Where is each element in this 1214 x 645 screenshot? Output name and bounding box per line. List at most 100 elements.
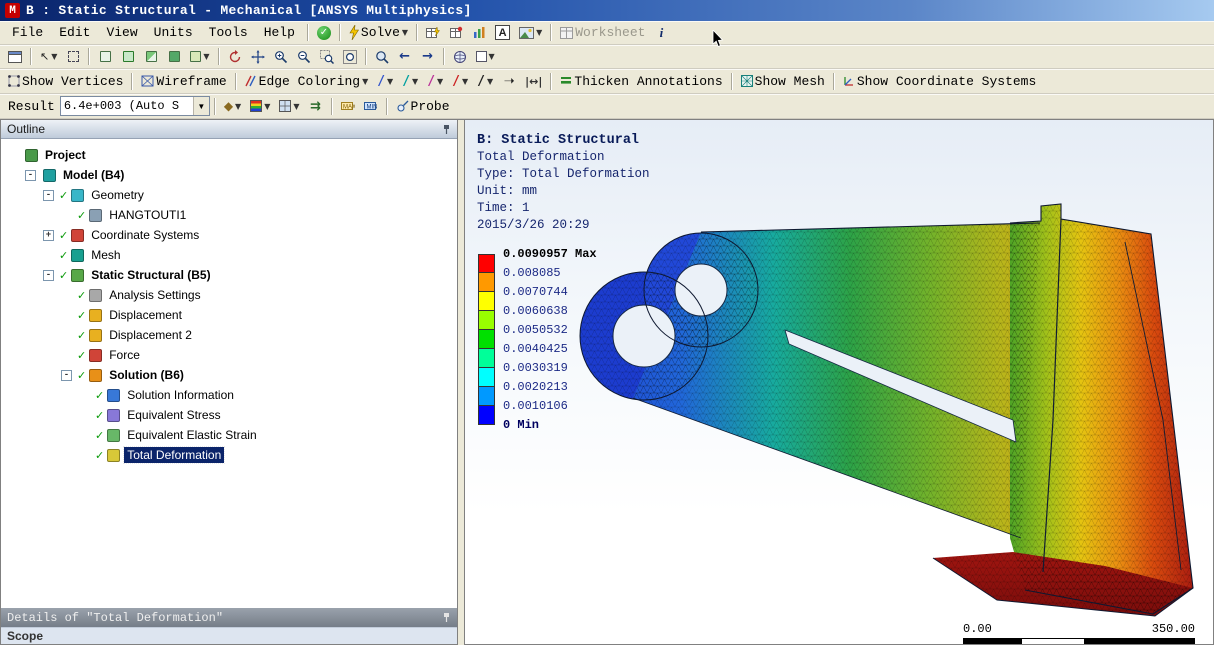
vector-display-button[interactable]: ⇉ [305, 96, 327, 116]
box-select-button[interactable] [62, 47, 84, 67]
title-bar: M B : Static Structural - Mechanical [AN… [0, 0, 1214, 21]
tree-item-solution-b6[interactable]: - ✓ Solution (B6) [1, 365, 457, 385]
geometry-display-button[interactable]: ◆ ▼ [220, 96, 245, 116]
check-circle-icon: ✓ [316, 25, 331, 40]
tree-item-coordinate-systems[interactable]: + ✓ Coordinate Systems [1, 225, 457, 245]
menu-item-file[interactable]: File [4, 23, 51, 42]
edge-option-5-button[interactable]: / ▼ [473, 71, 497, 91]
wireframe-button[interactable]: Wireframe [137, 71, 230, 91]
expand-box-icon[interactable]: + [43, 229, 54, 241]
views-dropdown-button[interactable]: ▼ [472, 47, 499, 67]
menu-item-tools[interactable]: Tools [201, 23, 256, 42]
contour-display-button[interactable]: ▼ [246, 96, 274, 116]
solve-button[interactable]: Solve ▼ [345, 23, 412, 43]
face-filter-button[interactable] [140, 47, 162, 67]
grid-marker-icon [449, 26, 462, 38]
tree-item-model-b4[interactable]: - Model (B4) [1, 165, 457, 185]
direction-arrow-icon: ➝ [503, 73, 515, 89]
parameter-grid-button[interactable] [445, 23, 467, 43]
edge-option-2-button[interactable]: / ▼ [398, 71, 422, 91]
menu-item-view[interactable]: View [98, 23, 145, 42]
analysis-data-button[interactable] [422, 23, 444, 43]
solve-status-button[interactable]: ✓ [313, 23, 335, 43]
chart-button[interactable] [468, 23, 490, 43]
show-coordinate-systems-button[interactable]: Show Coordinate Systems [839, 71, 1040, 91]
tree-item-project[interactable]: Project [1, 145, 457, 165]
edge-red-icon: / [452, 73, 460, 89]
tree-item-total-deformation[interactable]: ✓ Total Deformation [1, 445, 457, 465]
viewport-layout-button[interactable] [4, 47, 26, 67]
edge-coloring-label: Edge Coloring [258, 73, 361, 89]
dropdown-arrow-icon: ▼ [264, 101, 271, 111]
rotate-button[interactable] [224, 47, 246, 67]
max-annotation-button[interactable]: MAX [337, 96, 359, 116]
legend-label: 0.0060638 [503, 304, 568, 318]
next-view-button[interactable]: → [417, 47, 439, 67]
probe-button[interactable]: Probe [392, 96, 454, 116]
tree-item-displacement[interactable]: ✓ Displacement [1, 305, 457, 325]
zoom-fit-button[interactable] [339, 47, 361, 67]
separator [730, 72, 733, 90]
magnifier-window-button[interactable] [371, 47, 393, 67]
pin-icon[interactable] [442, 124, 451, 135]
pin-icon[interactable] [442, 612, 451, 623]
displacement-icon [89, 328, 103, 342]
annotation-button[interactable]: A [491, 23, 514, 43]
edge-option-4-button[interactable]: / ▼ [448, 71, 472, 91]
worksheet-button[interactable]: Worksheet [556, 23, 649, 43]
min-annotation-button[interactable]: MIN [360, 96, 382, 116]
edge-coloring-button[interactable]: Edge Coloring ▼ [241, 71, 373, 91]
image-capture-button[interactable]: ▼ [515, 23, 546, 43]
info-button[interactable]: i [650, 23, 672, 43]
collapse-box-icon[interactable]: - [61, 369, 72, 381]
show-mesh-button[interactable]: Show Mesh [737, 71, 829, 91]
show-vertices-button[interactable]: Show Vertices [4, 71, 127, 91]
tree-item-static-structural-b5[interactable]: - ✓ Static Structural (B5) [1, 265, 457, 285]
menu-item-units[interactable]: Units [146, 23, 201, 42]
dropdown-arrow-icon: ▼ [488, 52, 495, 61]
body-filter-icon [168, 51, 180, 62]
previous-view-button[interactable]: ← [394, 47, 416, 67]
collapse-box-icon[interactable]: - [25, 169, 36, 181]
edge-thickness-button[interactable]: |↔| [521, 71, 546, 91]
menu-item-help[interactable]: Help [256, 23, 303, 42]
collapse-box-icon[interactable]: - [43, 269, 54, 281]
legend-label: 0.008085 [503, 266, 561, 280]
tree-item-geometry[interactable]: - ✓ Geometry [1, 185, 457, 205]
zoom-out-button[interactable] [293, 47, 315, 67]
tree-item-equivalent-elastic-strain[interactable]: ✓ Equivalent Elastic Strain [1, 425, 457, 445]
tree-item-mesh[interactable]: ✓ Mesh [1, 245, 457, 265]
edge-option-3-button[interactable]: / ▼ [423, 71, 447, 91]
tree-item-label: Analysis Settings [109, 288, 201, 302]
edges-display-button[interactable]: ▼ [275, 96, 303, 116]
vector-arrow-icon: ⇉ [310, 98, 321, 114]
tree-item-analysis-settings[interactable]: ✓ Analysis Settings [1, 285, 457, 305]
thicken-annotations-button[interactable]: Thicken Annotations [556, 71, 726, 91]
menu-item-edit[interactable]: Edit [51, 23, 98, 42]
body-filter-button[interactable] [163, 47, 185, 67]
vertex-filter-button[interactable] [94, 47, 116, 67]
edge-option-1-button[interactable]: / ▼ [373, 71, 397, 91]
details-scope-row[interactable]: Scope [1, 627, 457, 644]
tree-item-force[interactable]: ✓ Force [1, 345, 457, 365]
tree-item-solution-information[interactable]: ✓ Solution Information [1, 385, 457, 405]
lightning-icon [349, 25, 359, 40]
isometric-view-button[interactable] [449, 47, 471, 67]
edge-direction-button[interactable]: ➝ [498, 71, 520, 91]
ruler-segment [1083, 639, 1194, 644]
tree-item-hangtouti1[interactable]: ✓ HANGTOUTI1 [1, 205, 457, 225]
collapse-box-icon[interactable]: - [43, 189, 54, 201]
select-mode-button[interactable]: ↖ ▼ [36, 47, 61, 67]
zoom-in-button[interactable] [270, 47, 292, 67]
tree-item-displacement-2[interactable]: ✓ Displacement 2 [1, 325, 457, 345]
extend-selection-button[interactable]: ▼ [186, 47, 213, 67]
tree-item-label: Equivalent Stress [127, 408, 221, 422]
result-scale-combobox[interactable]: 6.4e+003 (Auto S ▼ [59, 96, 210, 116]
box-zoom-button[interactable] [316, 47, 338, 67]
part-icon [89, 208, 103, 222]
edge-filter-button[interactable] [117, 47, 139, 67]
pan-button[interactable] [247, 47, 269, 67]
combo-dropdown-icon[interactable]: ▼ [192, 97, 209, 115]
tree-item-equivalent-stress[interactable]: ✓ Equivalent Stress [1, 405, 457, 425]
graphics-viewport[interactable]: B: Static Structural Total Deformation Typ… [464, 120, 1214, 645]
